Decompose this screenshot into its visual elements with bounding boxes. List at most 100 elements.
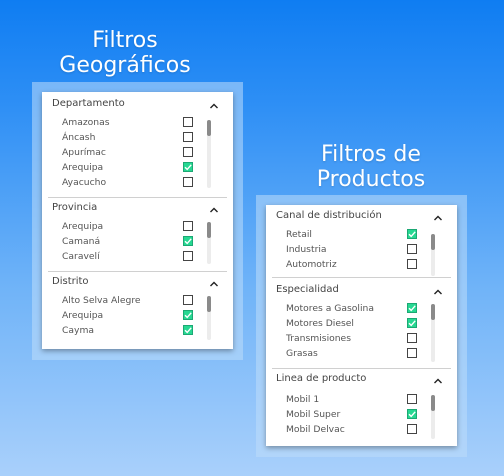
checkbox[interactable]: [183, 177, 193, 187]
scrollbar[interactable]: [431, 234, 435, 276]
product-line-header: Linea de producto: [276, 373, 367, 384]
list-item[interactable]: Motores a Gasolina: [286, 302, 417, 317]
list-item-label: Caravelí: [62, 251, 100, 262]
list-item[interactable]: Áncash: [62, 131, 193, 146]
checkbox[interactable]: [183, 117, 193, 127]
divider: [48, 197, 227, 198]
department-header: Departamento: [52, 98, 125, 109]
scrollbar[interactable]: [431, 395, 435, 439]
list-item-label: Grasas: [286, 348, 318, 359]
product-line-filter: Linea de producto Mobil 1 Mobil Super Mo…: [266, 373, 457, 441]
checkbox[interactable]: [407, 424, 417, 434]
list-item[interactable]: Alto Selva Alegre: [62, 294, 193, 309]
checkbox[interactable]: [183, 236, 193, 246]
checkbox[interactable]: [407, 333, 417, 343]
list-item[interactable]: Amazonas: [62, 116, 193, 131]
scrollbar-thumb[interactable]: [431, 395, 435, 411]
scrollbar-thumb[interactable]: [431, 234, 435, 250]
specialty-filter: Especialidad Motores a Gasolina Motores …: [266, 284, 457, 366]
prod-title-line1: Filtros de: [321, 142, 421, 167]
list-item-label: Ayacucho: [62, 177, 107, 188]
checkbox[interactable]: [183, 310, 193, 320]
product-filters-title: Filtros de Productos: [296, 142, 446, 192]
divider: [48, 271, 227, 272]
check-icon: [184, 164, 192, 171]
checkbox[interactable]: [183, 132, 193, 142]
checkbox[interactable]: [407, 259, 417, 269]
list-item-label: Amazonas: [62, 117, 110, 128]
list-item[interactable]: Arequipa: [62, 161, 193, 176]
department-filter: Departamento Amazonas Áncash Apurímac Ar…: [42, 98, 233, 196]
checkbox[interactable]: [407, 348, 417, 358]
geo-title-line2: Geográficos: [59, 53, 191, 78]
checkbox[interactable]: [407, 318, 417, 328]
checkbox[interactable]: [407, 409, 417, 419]
checkbox[interactable]: [183, 295, 193, 305]
list-item[interactable]: Retail: [286, 228, 417, 243]
check-icon: [408, 305, 416, 312]
check-icon: [184, 238, 192, 245]
list-item[interactable]: Mobil Super: [286, 408, 417, 423]
list-item-label: Arequipa: [62, 162, 104, 173]
list-item[interactable]: Camaná: [62, 235, 193, 250]
list-item-label: Alto Selva Alegre: [62, 295, 141, 306]
scrollbar-thumb[interactable]: [207, 120, 211, 136]
divider: [272, 368, 451, 369]
scrollbar-thumb[interactable]: [207, 222, 211, 238]
checkbox[interactable]: [183, 221, 193, 231]
list-item[interactable]: Arequipa: [62, 220, 193, 235]
chevron-up-icon[interactable]: [209, 101, 219, 111]
district-filter: Distrito Alto Selva Alegre Arequipa Caym…: [42, 276, 233, 342]
list-item[interactable]: Apurímac: [62, 146, 193, 161]
geo-filters-card: Departamento Amazonas Áncash Apurímac Ar…: [42, 92, 233, 349]
list-item[interactable]: Grasas: [286, 347, 417, 362]
list-item[interactable]: Mobil 1: [286, 393, 417, 408]
chevron-up-icon[interactable]: [433, 287, 443, 297]
checkbox[interactable]: [407, 244, 417, 254]
prod-title-line2: Productos: [316, 167, 426, 192]
scrollbar[interactable]: [207, 120, 211, 188]
list-item-label: Motores a Gasolina: [286, 303, 374, 314]
divider: [272, 277, 451, 278]
list-item[interactable]: Arequipa: [62, 309, 193, 324]
list-item-label: Áncash: [62, 132, 96, 143]
product-filters-card: Canal de distribución Retail Industria A…: [266, 205, 457, 446]
checkbox[interactable]: [183, 147, 193, 157]
list-item[interactable]: Automotriz: [286, 258, 417, 273]
check-icon: [408, 231, 416, 238]
distribution-channel-header: Canal de distribución: [276, 210, 382, 221]
list-item[interactable]: Caravelí: [62, 250, 193, 265]
scrollbar[interactable]: [207, 222, 211, 264]
scrollbar[interactable]: [207, 296, 211, 340]
checkbox[interactable]: [407, 229, 417, 239]
chevron-up-icon[interactable]: [433, 213, 443, 223]
scrollbar-thumb[interactable]: [431, 304, 435, 320]
check-icon: [408, 411, 416, 418]
list-item[interactable]: Ayacucho: [62, 176, 193, 191]
district-header: Distrito: [52, 276, 89, 287]
list-item[interactable]: Cayma: [62, 324, 193, 339]
list-item[interactable]: Transmisiones: [286, 332, 417, 347]
checkbox[interactable]: [407, 303, 417, 313]
checkbox[interactable]: [407, 394, 417, 404]
checkbox[interactable]: [183, 162, 193, 172]
list-item[interactable]: Industria: [286, 243, 417, 258]
list-item[interactable]: Motores Diesel: [286, 317, 417, 332]
checkbox[interactable]: [183, 251, 193, 261]
list-item-label: Mobil Delvac: [286, 424, 345, 435]
list-item-label: Retail: [286, 229, 312, 240]
scrollbar[interactable]: [431, 304, 435, 362]
list-item-label: Camaná: [62, 236, 101, 247]
list-item[interactable]: Mobil Delvac: [286, 423, 417, 438]
chevron-up-icon[interactable]: [433, 376, 443, 386]
list-item-label: Cayma: [62, 325, 95, 336]
list-item-label: Apurímac: [62, 147, 106, 158]
list-item-label: Arequipa: [62, 310, 104, 321]
check-icon: [408, 320, 416, 327]
province-header: Provincia: [52, 202, 98, 213]
chevron-up-icon[interactable]: [209, 279, 219, 289]
chevron-up-icon[interactable]: [209, 205, 219, 215]
checkbox[interactable]: [183, 325, 193, 335]
list-item-label: Transmisiones: [286, 333, 352, 344]
scrollbar-thumb[interactable]: [207, 296, 211, 312]
